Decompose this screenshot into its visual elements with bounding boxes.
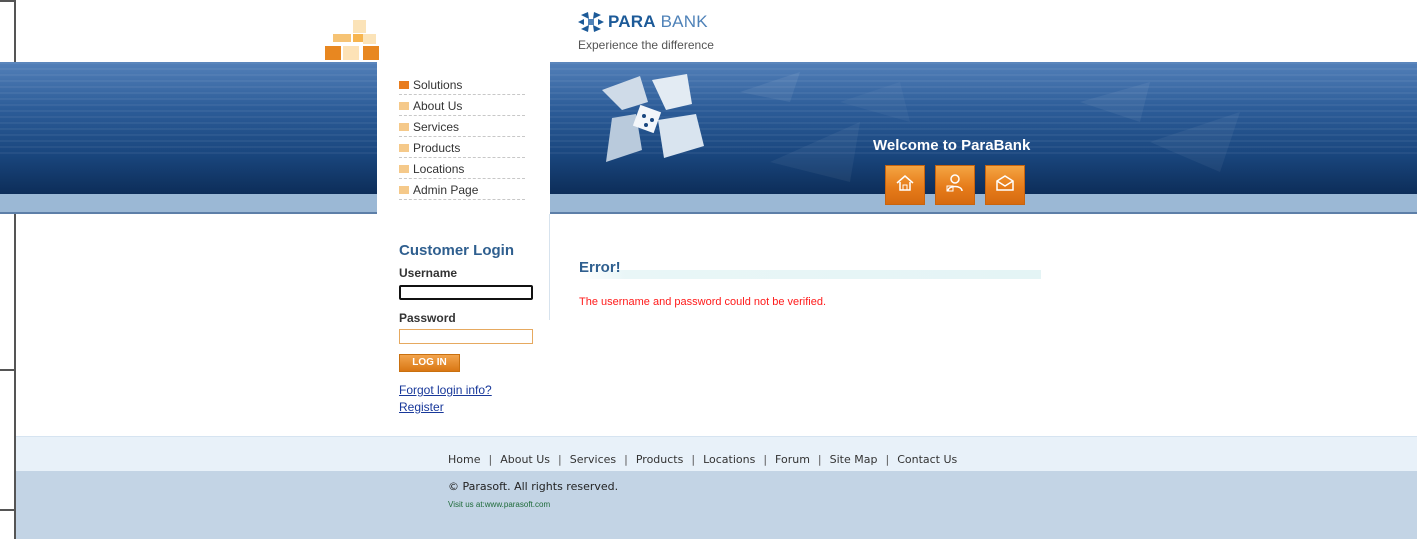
footer-link-services[interactable]: Services	[570, 453, 616, 466]
menu-item-about-us[interactable]: About Us	[399, 95, 525, 116]
separator: |	[624, 453, 628, 466]
tagline: Experience the difference	[578, 38, 714, 52]
error-title: Error!	[579, 259, 621, 276]
username-input[interactable]	[399, 285, 533, 300]
banner-footer-strip	[0, 194, 1417, 212]
footer-links: Home | About Us | Services | Products | Loca…	[448, 453, 957, 466]
password-label: Password	[399, 311, 456, 325]
heading-underline	[579, 270, 1041, 279]
banner-emblem-icon	[592, 70, 707, 172]
menu-link[interactable]: Solutions	[413, 78, 462, 92]
footer-link-contact-us[interactable]: Contact Us	[897, 453, 957, 466]
menu-link[interactable]: Admin Page	[413, 183, 478, 197]
footer-link-forum[interactable]: Forum	[775, 453, 810, 466]
about-button[interactable]	[935, 165, 975, 205]
bullet-icon	[399, 144, 409, 152]
banner-divider	[0, 212, 1417, 214]
home-icon	[894, 172, 916, 199]
menu-item-services[interactable]: Services	[399, 116, 525, 137]
menu-link[interactable]: About Us	[413, 99, 462, 113]
menu-link[interactable]: Products	[413, 141, 460, 155]
separator: |	[488, 453, 493, 466]
side-menu: Solutions About Us Services Products Loc…	[399, 74, 525, 200]
header-banner	[0, 62, 1417, 214]
visit-parasoft-link[interactable]: Visit us at:www.parasoft.com	[448, 500, 550, 509]
home-button[interactable]	[885, 165, 925, 205]
copyright-text: © Parasoft. All rights reserved.	[448, 480, 619, 493]
border-tick	[0, 0, 16, 2]
border-tick	[0, 509, 16, 511]
separator: |	[558, 453, 562, 466]
menu-link[interactable]: Services	[413, 120, 459, 134]
parabank-logo-icon	[578, 11, 604, 33]
menu-item-products[interactable]: Products	[399, 137, 525, 158]
footer-link-site-map[interactable]: Site Map	[830, 453, 878, 466]
brand[interactable]: PARA BANK Experience the difference	[578, 11, 714, 52]
menu-link[interactable]: Locations	[413, 162, 464, 176]
panel-divider	[549, 214, 550, 320]
footer-link-products[interactable]: Products	[636, 453, 684, 466]
register-link[interactable]: Register	[399, 400, 444, 414]
contact-button[interactable]	[985, 165, 1025, 205]
menu-item-admin-page[interactable]: Admin Page	[399, 179, 525, 200]
decorative-blocks-logo	[325, 20, 381, 62]
welcome-text: Welcome to ParaBank	[873, 137, 1031, 154]
menu-item-locations[interactable]: Locations	[399, 158, 525, 179]
bullet-icon	[399, 186, 409, 194]
footer	[16, 471, 1417, 539]
footer-link-locations[interactable]: Locations	[703, 453, 755, 466]
about-icon	[944, 172, 966, 199]
separator: |	[817, 453, 822, 466]
separator: |	[885, 453, 890, 466]
customer-login-title: Customer Login	[399, 242, 514, 259]
bullet-icon	[399, 123, 409, 131]
brand-name: PARA BANK	[608, 12, 708, 31]
bullet-icon	[399, 165, 409, 173]
bullet-icon	[399, 102, 409, 110]
forgot-login-link[interactable]: Forgot login info?	[399, 383, 492, 397]
password-input[interactable]	[399, 329, 533, 344]
username-label: Username	[399, 266, 458, 280]
contact-icon	[994, 172, 1016, 199]
login-button[interactable]: LOG IN	[399, 354, 460, 372]
bullet-icon	[399, 81, 409, 89]
border-tick	[0, 369, 16, 371]
error-message: The username and password could not be v…	[579, 296, 827, 308]
separator: |	[691, 453, 696, 466]
footer-link-home[interactable]: Home	[448, 453, 480, 466]
footer-link-about-us[interactable]: About Us	[500, 453, 550, 466]
menu-item-solutions[interactable]: Solutions	[399, 74, 525, 95]
separator: |	[763, 453, 768, 466]
